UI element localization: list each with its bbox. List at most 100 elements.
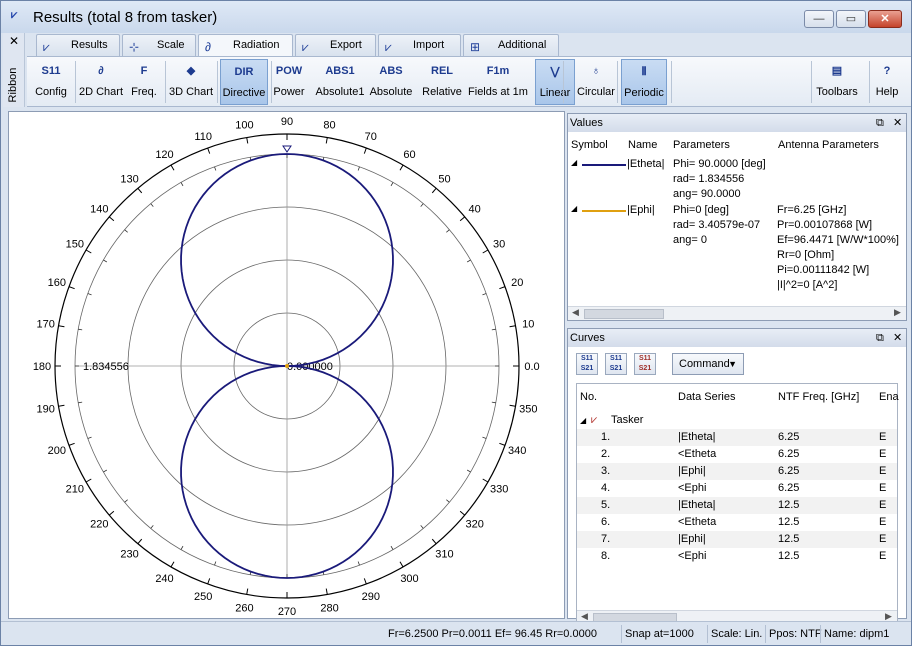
- scroll-left-icon[interactable]: ◀: [572, 307, 579, 318]
- absolute-icon: ABS: [379, 65, 403, 77]
- series-name: |Etheta|: [627, 158, 665, 170]
- table-row[interactable]: 2. <Etheta 6.25 E: [577, 446, 897, 463]
- values-pane-title: Values: [570, 117, 603, 129]
- collapse-arrow-icon[interactable]: ◢: [571, 158, 577, 167]
- angle-tick: [58, 325, 65, 328]
- s11-s21-icon[interactable]: S11 S21: [576, 353, 598, 375]
- float-icon[interactable]: ⧉: [876, 114, 884, 132]
- power-button[interactable]: POW Power: [272, 59, 306, 105]
- status-name: Name: dipm1: [820, 625, 892, 643]
- absolute-button[interactable]: ABS Absolute: [369, 59, 413, 105]
- import-tab-icon: ⩗: [385, 40, 392, 54]
- minor-tick: [103, 259, 108, 263]
- close-button[interactable]: ✕: [868, 10, 902, 28]
- angle-tick: [207, 578, 211, 585]
- command-label: Command: [679, 358, 730, 370]
- minimize-button[interactable]: —: [804, 10, 834, 28]
- antenna-parameter: |I|^2=0 [A^2]: [777, 279, 838, 291]
- angle-label: 220: [90, 518, 108, 530]
- 2d-chart-button[interactable]: ∂ 2D Chart: [77, 59, 125, 105]
- tab-import[interactable]: ⩗ Import: [378, 34, 461, 56]
- s11-s21-deselect-icon[interactable]: S11 S21: [634, 353, 656, 375]
- angle-tick: [85, 249, 92, 254]
- s11-s21-select-icon[interactable]: S11 S21: [605, 353, 627, 375]
- tab-label: Export: [330, 39, 362, 51]
- tab-radiation[interactable]: ∂ Radiation: [198, 34, 293, 57]
- absolute1-button[interactable]: ABS1 Absolute1: [312, 59, 368, 105]
- tab-label: Scale: [157, 39, 185, 51]
- angle-label: 140: [90, 204, 108, 216]
- tab-export[interactable]: ⩗ Export: [295, 34, 376, 56]
- float-icon[interactable]: ⧉: [876, 329, 884, 347]
- scroll-right-icon[interactable]: ▶: [894, 307, 901, 318]
- tab-scale[interactable]: ⊹ Scale: [122, 34, 196, 56]
- polar-chart[interactable]: 0.0 10 20 30 40 50 60 70 80 90 100 110 120 130 140 150 1…: [9, 112, 564, 618]
- table-row[interactable]: 4. <Ephi 6.25 E: [577, 480, 897, 497]
- table-row[interactable]: 7. |Ephi| 12.5 E: [577, 531, 897, 548]
- freq--button[interactable]: F Freq.: [127, 59, 161, 105]
- values-hscrollbar[interactable]: ◀ ▶: [568, 306, 906, 320]
- values-column-header[interactable]: Parameters: [673, 139, 730, 151]
- minor-tick: [150, 203, 154, 207]
- tasker-group-row[interactable]: ◢ ⩗ Tasker: [577, 412, 897, 429]
- minor-tick: [78, 328, 83, 331]
- angle-tick: [137, 187, 143, 194]
- minor-tick: [420, 525, 424, 529]
- curves-column-header[interactable]: Data Series: [678, 391, 735, 403]
- row-series: |Etheta|: [678, 431, 716, 443]
- minor-tick: [446, 229, 450, 233]
- series-parameter: rad= 3.40579e-07: [673, 219, 761, 231]
- angle-label: 90: [281, 116, 293, 128]
- linear-button[interactable]: ⋁ Linear: [535, 59, 575, 105]
- table-row[interactable]: 8. <Ephi 12.5 E: [577, 548, 897, 565]
- config-button[interactable]: S11 Config: [31, 59, 71, 105]
- values-column-header[interactable]: Antenna Parameters: [778, 139, 879, 151]
- minor-tick: [87, 436, 92, 439]
- pane-close-icon[interactable]: ✕: [893, 329, 902, 347]
- collapse-arrow-icon[interactable]: ◢: [571, 204, 577, 213]
- angle-label: 100: [235, 120, 253, 132]
- table-row[interactable]: 5. |Etheta| 12.5 E: [577, 497, 897, 514]
- angle-tick: [170, 164, 175, 171]
- ribbon-close-icon[interactable]: ✕: [9, 34, 19, 48]
- circular-button[interactable]: ♁ Circular: [575, 59, 617, 105]
- tab-results[interactable]: ⩗ Results: [36, 34, 120, 56]
- row-series: |Etheta|: [678, 499, 716, 511]
- ribbon-label[interactable]: Ribbon: [7, 65, 19, 105]
- angle-label: 0.0: [524, 361, 539, 373]
- series-parameter: ang= 90.0000: [673, 188, 741, 200]
- directive-button[interactable]: DIR Directive: [220, 59, 268, 105]
- table-row[interactable]: 6. <Etheta 12.5 E: [577, 514, 897, 531]
- row-enabled: E: [879, 516, 887, 528]
- status-bar: Fr=6.2500 Pr=0.0011 Ef= 96.45 Rr=0.0000 …: [1, 621, 911, 645]
- angle-tick: [68, 286, 75, 290]
- toolbars-button[interactable]: ▤ Toolbars: [815, 59, 859, 105]
- maximize-button[interactable]: ▭: [836, 10, 866, 28]
- row-enabled: E: [879, 448, 887, 460]
- tab-additional[interactable]: ⊞ Additional: [463, 34, 559, 56]
- angle-tick: [137, 538, 143, 545]
- row-enabled: E: [879, 550, 887, 562]
- table-row[interactable]: 1. |Etheta| 6.25 E: [577, 429, 897, 446]
- chart-app-icon: ⩗: [11, 9, 18, 21]
- polar-plot-area[interactable]: 0.0 10 20 30 40 50 60 70 80 90 100 110 120 130 140 150 1…: [8, 111, 565, 619]
- max-marker-icon: [282, 145, 292, 153]
- values-column-header[interactable]: Symbol: [571, 139, 608, 151]
- pane-close-icon[interactable]: ✕: [893, 114, 902, 132]
- 3d-chart-button[interactable]: ◆ 3D Chart: [167, 59, 215, 105]
- angle-tick: [482, 249, 489, 254]
- curves-column-header[interactable]: Ena: [879, 391, 899, 403]
- relative-button[interactable]: REL Relative: [419, 59, 465, 105]
- periodic-button[interactable]: ⦀ Periodic: [621, 59, 667, 105]
- collapse-arrow-icon[interactable]: ◢: [580, 412, 586, 429]
- row-frequency: 6.25: [778, 465, 800, 477]
- curves-column-header[interactable]: No.: [580, 391, 597, 403]
- fields-at-1m-button[interactable]: F1m Fields at 1m: [467, 59, 529, 105]
- table-row[interactable]: 3. |Ephi| 6.25 E: [577, 463, 897, 480]
- ribbon-button-label: Periodic: [624, 87, 664, 99]
- command-dropdown[interactable]: Command ▼: [672, 353, 744, 375]
- values-column-header[interactable]: Name: [628, 139, 657, 151]
- curves-column-header[interactable]: NTF Freq. [GHz]: [778, 391, 859, 403]
- scroll-thumb[interactable]: [584, 309, 664, 319]
- help-button[interactable]: ? Help: [873, 59, 901, 105]
